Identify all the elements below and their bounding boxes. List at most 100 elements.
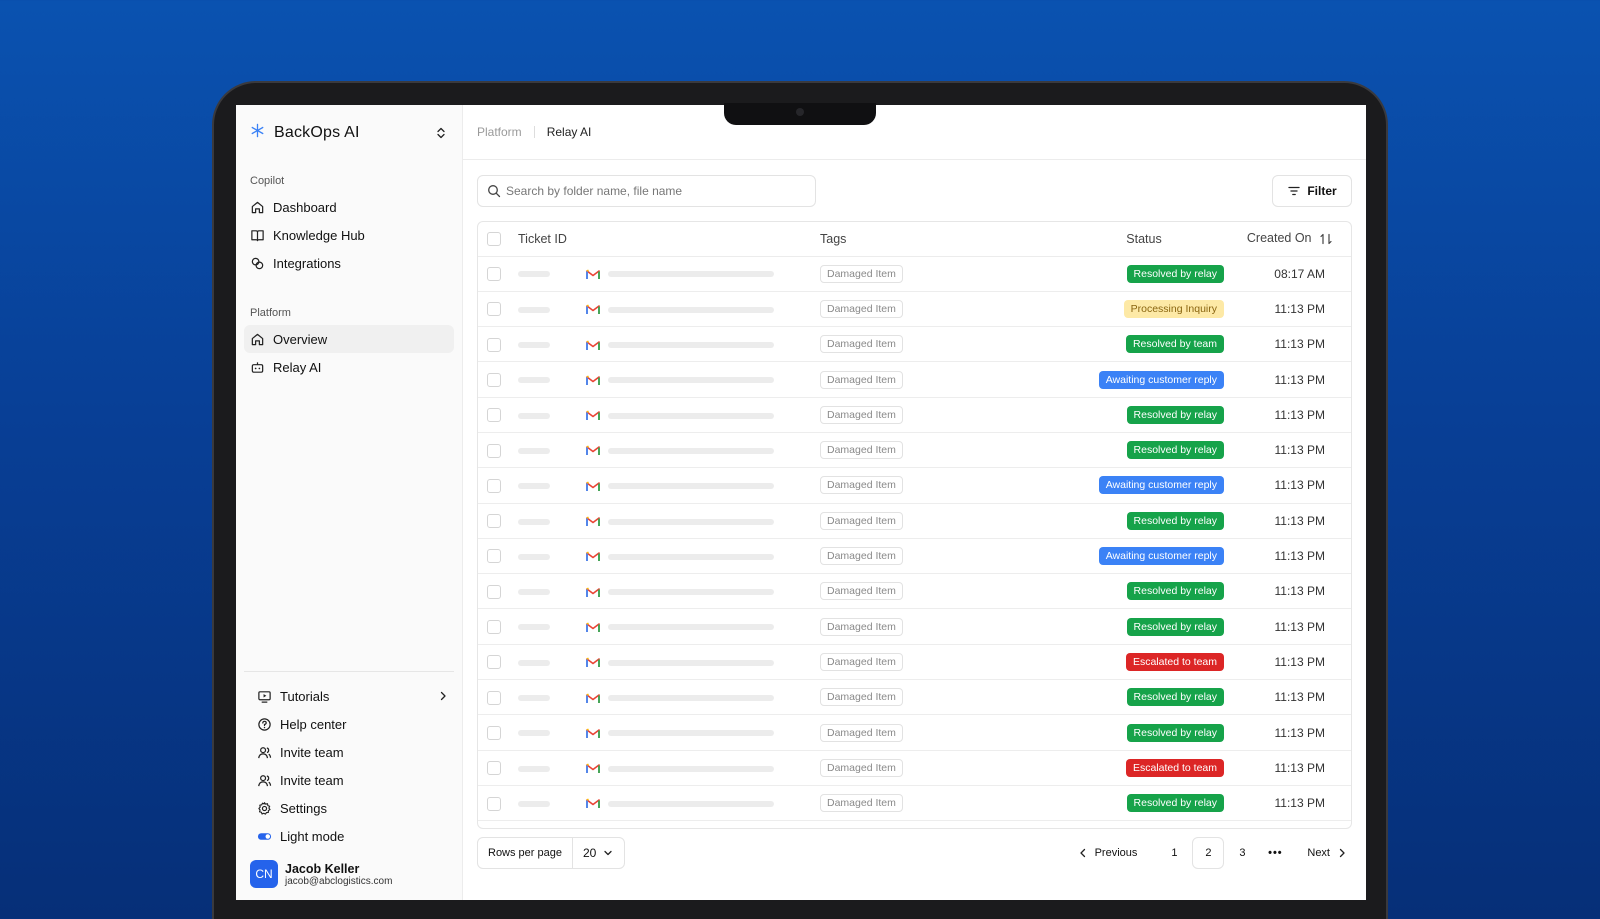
status-badge: Resolved by relay: [1126, 723, 1224, 742]
row-select-cell: [478, 679, 518, 716]
subject-placeholder: [608, 624, 774, 631]
subject-placeholder: [608, 553, 774, 560]
status-cell: Processing Inquiry: [1064, 291, 1226, 328]
table-row[interactable]: Damaged Item Awaiting customer reply 11:13…: [478, 538, 1351, 575]
sort-icon[interactable]: [1319, 232, 1333, 246]
subject-placeholder: [608, 730, 774, 737]
rows-per-page-select[interactable]: 20: [573, 846, 624, 860]
status-badge: Resolved by relay: [1126, 688, 1224, 707]
table-row[interactable]: Damaged Item Resolved by team 11:13 PM: [478, 326, 1351, 363]
previous-button[interactable]: Previous: [1067, 837, 1148, 869]
users-icon: [258, 774, 272, 786]
table-row[interactable]: Damaged Item Resolved by relay 08:17 AM: [478, 256, 1351, 292]
subject-placeholder: [608, 447, 774, 454]
row-checkbox[interactable]: [487, 372, 501, 387]
tag-badge: Damaged Item: [820, 476, 903, 495]
sidebar-item-invite-team[interactable]: Invite team: [244, 738, 462, 766]
table-row[interactable]: Damaged ItemResolved by relay11:13 PM: [478, 608, 1351, 645]
sidebar-item-settings[interactable]: Settings: [244, 794, 462, 822]
gmail-icon: [586, 516, 600, 527]
row-checkbox[interactable]: [487, 478, 501, 493]
ticket-id-placeholder: [518, 447, 550, 454]
row-checkbox[interactable]: [487, 302, 501, 317]
breadcrumb-parent[interactable]: Platform: [477, 125, 522, 139]
search-input[interactable]: [506, 184, 806, 198]
row-checkbox[interactable]: [487, 620, 501, 635]
status-cell: Escalated to team: [1064, 750, 1226, 786]
user-profile[interactable]: CN Jacob Keller jacob@abclogistics.com: [236, 850, 462, 900]
table-row[interactable]: Damaged ItemResolved by relay11:13 PM: [478, 679, 1351, 716]
status-badge: Resolved by relay: [1126, 582, 1224, 601]
table-row[interactable]: Damaged ItemResolved by relay11:13 PM: [478, 503, 1351, 539]
sidebar-item-overview[interactable]: Overview: [244, 325, 454, 353]
gmail-icon: [586, 798, 600, 809]
status-cell: Resolved by relay: [1064, 714, 1226, 751]
home-icon: [251, 201, 264, 213]
pagination-ellipsis[interactable]: •••: [1259, 847, 1291, 859]
filter-button[interactable]: Filter: [1272, 175, 1352, 207]
gmail-icon: [586, 551, 600, 562]
row-checkbox[interactable]: [487, 549, 501, 564]
table-row[interactable]: Damaged Item Awaiting customer reply 11:13…: [478, 361, 1351, 398]
row-checkbox[interactable]: [487, 584, 501, 599]
camera-notch: [724, 103, 876, 125]
ticket-id-cell: [518, 397, 586, 433]
table-row[interactable]: Damaged ItemResolved by relay11:13 PM: [478, 432, 1351, 469]
row-checkbox[interactable]: [487, 514, 501, 529]
sidebar-item-relay-ai[interactable]: Relay AI: [244, 353, 454, 381]
table-row[interactable]: Damaged ItemResolved by relay11:13 PM: [478, 714, 1351, 751]
select-all-checkbox[interactable]: [487, 232, 501, 247]
table-row[interactable]: Damaged Item Escalated to team 11:13 PM: [478, 644, 1351, 681]
row-checkbox[interactable]: [487, 725, 501, 740]
row-checkbox[interactable]: [487, 690, 501, 705]
header-tags[interactable]: Tags: [820, 222, 1064, 257]
table-row[interactable]: Damaged Item Awaiting customer reply 11:13…: [478, 467, 1351, 504]
status-cell: Resolved by relay: [1064, 785, 1226, 822]
page-2-button[interactable]: 2: [1192, 837, 1225, 869]
row-checkbox[interactable]: [487, 761, 501, 776]
subject-placeholder: [608, 518, 774, 525]
table-row[interactable]: Damaged ItemResolved by relay11:13 PM: [478, 397, 1351, 433]
next-button[interactable]: Next: [1291, 837, 1352, 869]
row-select-cell: [478, 820, 518, 828]
header-created-on[interactable]: Created On: [1226, 222, 1351, 257]
row-checkbox[interactable]: [487, 267, 501, 282]
created-on-cell: 11:13 PM: [1226, 538, 1351, 575]
sidebar-item-integrations[interactable]: Integrations: [244, 249, 454, 277]
subject-cell: [586, 785, 820, 822]
header-ticket-id[interactable]: Ticket ID: [518, 222, 586, 257]
sidebar-item-knowledge-hub[interactable]: Knowledge Hub: [244, 221, 454, 249]
row-select-cell: [478, 785, 518, 822]
table-row[interactable]: Damaged ItemResolved by relay11:13 PM: [478, 573, 1351, 610]
tag-badge: Damaged Item: [820, 264, 903, 283]
row-checkbox[interactable]: [487, 408, 501, 423]
status-cell: Awaiting customer reply: [1064, 361, 1226, 398]
page-1-button[interactable]: 1: [1158, 837, 1190, 869]
toggle-icon: [257, 832, 272, 840]
ticket-id-cell: [518, 679, 586, 716]
table-row[interactable]: Damaged Item Processing Inquiry 11:13 PM: [478, 291, 1351, 328]
row-checkbox[interactable]: [487, 443, 501, 458]
light-mode-toggle[interactable]: Light mode: [244, 822, 462, 850]
table-row[interactable]: Damaged ItemResolved by relay11:13 PM: [478, 820, 1351, 828]
sidebar-item-help-center[interactable]: Help center: [244, 710, 462, 738]
table-row[interactable]: Damaged ItemResolved by relay11:13 PM: [478, 785, 1351, 822]
sidebar-item-invite-team-2[interactable]: Invite team: [244, 766, 462, 794]
workspace-switcher[interactable]: BackOps AI: [236, 105, 462, 161]
pager: Previous 1 2 3 ••• Next: [1067, 837, 1352, 869]
select-all-cell: [478, 222, 518, 257]
row-checkbox[interactable]: [487, 655, 501, 670]
page-3-button[interactable]: 3: [1226, 837, 1258, 869]
tag-badge: Damaged Item: [820, 335, 903, 354]
table-row[interactable]: Damaged Item Escalated to team 11:13 PM: [478, 750, 1351, 786]
sidebar-item-label: Tutorials: [280, 688, 330, 704]
subject-cell: [586, 291, 820, 328]
ticket-id-placeholder: [518, 306, 550, 313]
sidebar-item-dashboard[interactable]: Dashboard: [244, 193, 454, 221]
row-checkbox[interactable]: [487, 796, 501, 811]
row-checkbox[interactable]: [487, 337, 501, 352]
subject-cell: [586, 467, 820, 504]
header-status[interactable]: Status: [1064, 222, 1226, 257]
ticket-id-placeholder: [518, 765, 550, 772]
sidebar-item-tutorials[interactable]: Tutorials: [244, 682, 462, 710]
